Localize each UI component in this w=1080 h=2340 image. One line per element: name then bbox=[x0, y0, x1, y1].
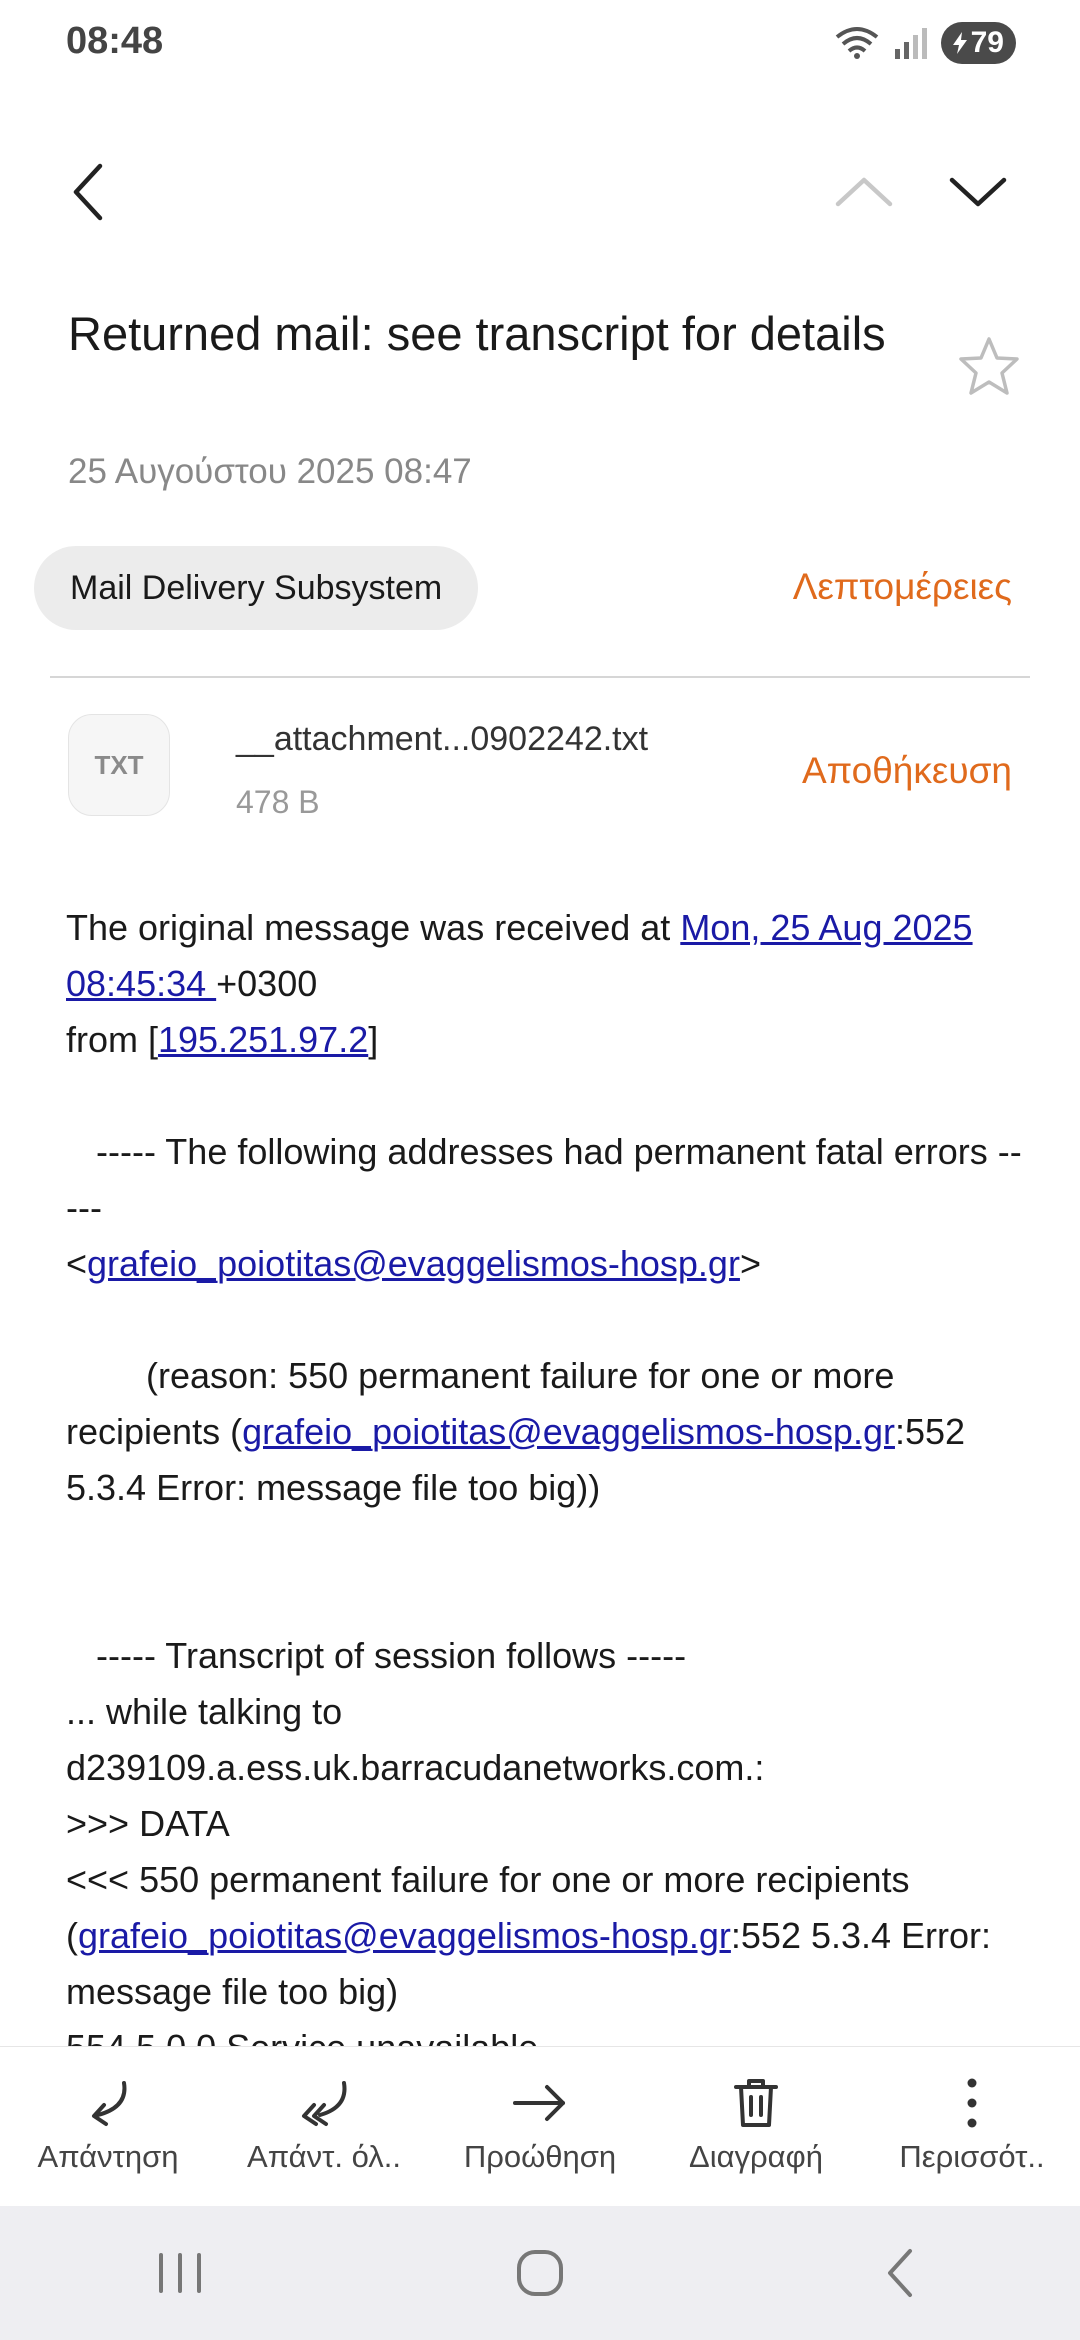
txt-file-icon[interactable]: TXT bbox=[68, 714, 170, 816]
recent-apps-icon bbox=[159, 2253, 201, 2293]
back-button[interactable] bbox=[48, 152, 128, 232]
attachment-filename[interactable]: __attachment...0902242.txt bbox=[236, 720, 648, 759]
details-link[interactable]: Λεπτομέρειες bbox=[793, 566, 1012, 608]
transcript-line: >>> DATA bbox=[66, 1803, 230, 1844]
system-back-icon bbox=[888, 2249, 912, 2297]
trash-icon bbox=[734, 2079, 778, 2127]
reply-label: Απάντηση bbox=[37, 2139, 179, 2174]
error-reason: (reason: 550 permanent failure for one o… bbox=[66, 1355, 976, 1508]
reply-button[interactable]: Απάντηση bbox=[0, 2047, 216, 2207]
recipient-email-link-2[interactable]: grafeio_poiotitas@evaggelismos-hosp.gr bbox=[242, 1411, 895, 1452]
home-button[interactable] bbox=[480, 2233, 600, 2313]
forward-button[interactable]: Προώθηση bbox=[432, 2047, 648, 2207]
action-bar: Απάντηση Απάντ. όλ.. Προώθηση Διαγραφή Π… bbox=[0, 2046, 1080, 2207]
battery-indicator: 79 bbox=[940, 22, 1016, 64]
body-paragraph-received: The original message was received at Mon… bbox=[66, 907, 973, 1004]
save-attachment-button[interactable]: Αποθήκευση bbox=[802, 750, 1012, 792]
transcript-line: <<< 550 permanent failure for one or mor… bbox=[66, 1859, 910, 1900]
back-arrow-icon bbox=[73, 163, 103, 221]
system-nav-bar bbox=[0, 2206, 1080, 2340]
email-body: The original message was received at Mon… bbox=[66, 900, 1026, 2076]
body-paragraph-from: from [195.251.97.2] bbox=[66, 1019, 379, 1060]
email-subject: Returned mail: see transcript for detail… bbox=[68, 307, 886, 360]
errors-header: ----- The following addresses had perman… bbox=[66, 1131, 1022, 1228]
ip-link[interactable]: 195.251.97.2 bbox=[158, 1019, 368, 1060]
more-options-button[interactable]: Περισσότ.. bbox=[864, 2047, 1080, 2207]
more-vertical-icon bbox=[967, 2078, 977, 2128]
status-time: 08:48 bbox=[66, 20, 164, 62]
delete-button[interactable]: Διαγραφή bbox=[648, 2047, 864, 2207]
reply-icon bbox=[92, 2081, 127, 2126]
system-back-button[interactable] bbox=[840, 2233, 960, 2313]
forward-label: Προώθηση bbox=[463, 2139, 617, 2174]
error-address: <grafeio_poiotitas@evaggelismos-hosp.gr> bbox=[66, 1243, 761, 1284]
reply-all-button[interactable]: Απάντ. όλ.. bbox=[216, 2047, 432, 2207]
delete-label: Διαγραφή bbox=[689, 2139, 823, 2174]
star-icon bbox=[959, 337, 1019, 395]
previous-email-button[interactable] bbox=[824, 152, 904, 232]
divider bbox=[50, 676, 1030, 678]
sender-chip[interactable]: Mail Delivery Subsystem bbox=[34, 546, 479, 630]
wifi-icon bbox=[835, 27, 878, 59]
status-icons: 79 bbox=[835, 22, 1016, 64]
signal-icon bbox=[894, 28, 927, 59]
more-label: Περισσότ.. bbox=[899, 2139, 1045, 2174]
home-icon bbox=[517, 2250, 563, 2296]
star-button[interactable] bbox=[958, 336, 1020, 401]
transcript-line: ... while talking to d239109.a.ess.uk.ba… bbox=[66, 1691, 765, 1788]
attachment-size: 478 B bbox=[236, 784, 320, 820]
forward-arrow-icon bbox=[513, 2085, 565, 2121]
recipient-email-link[interactable]: grafeio_poiotitas@evaggelismos-hosp.gr bbox=[87, 1243, 740, 1284]
reply-all-icon bbox=[302, 2081, 347, 2126]
transcript-header: ----- Transcript of session follows ----… bbox=[66, 1635, 687, 1676]
chevron-down-icon bbox=[949, 177, 1007, 207]
charging-icon bbox=[952, 32, 967, 54]
next-email-button[interactable] bbox=[938, 152, 1018, 232]
transcript-line: (grafeio_poiotitas@evaggelismos-hosp.gr:… bbox=[66, 1915, 992, 2012]
recipient-email-link-3[interactable]: grafeio_poiotitas@evaggelismos-hosp.gr bbox=[78, 1915, 731, 1956]
email-date: 25 Αυγούστου 2025 08:47 bbox=[68, 452, 472, 491]
recent-apps-button[interactable] bbox=[120, 2233, 240, 2313]
chevron-up-icon bbox=[835, 177, 893, 207]
reply-all-label: Απάντ. όλ.. bbox=[247, 2139, 401, 2174]
battery-level: 79 bbox=[970, 26, 1004, 59]
